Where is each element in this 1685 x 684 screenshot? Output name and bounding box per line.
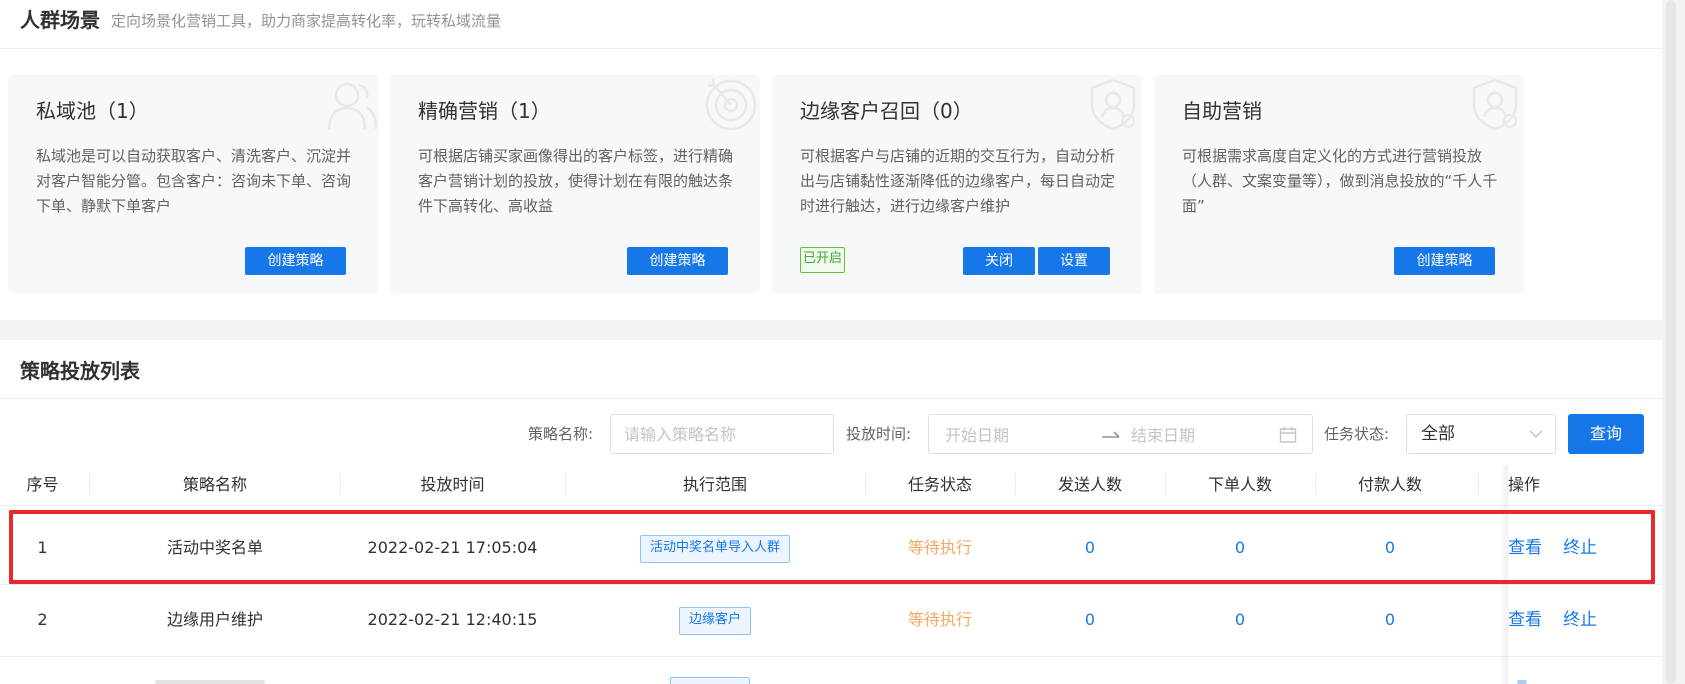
list-divider [0,398,1662,399]
table-cell-name-partial [155,680,265,684]
view-link-partial [1517,680,1527,684]
vertical-scrollbar-thumb[interactable] [1666,0,1676,684]
date-range-picker[interactable] [928,414,1313,454]
task-status-value: 全部 [1421,424,1455,444]
table-cell-paid: 0 [1384,610,1396,629]
close-button[interactable]: 关闭 [963,247,1035,275]
create-strategy-button[interactable]: 创建策略 [627,247,728,275]
table-cell-time: 2022-02-21 12:40:15 [367,610,538,629]
create-strategy-button[interactable]: 创建策略 [245,247,346,275]
card-description: 可根据店铺买家画像得出的客户标签，进行精确客户营销计划的投放，使得计划在有限的触… [418,147,734,215]
table-cell-index: 2 [37,610,48,629]
table-cell-scope: 边缘客户 [565,584,865,656]
status-badge: 已开启 [800,247,846,273]
table-cell-sent: 0 [1084,610,1096,629]
table-cell-name: 边缘用户维护 [166,610,263,629]
row-divider [0,656,1662,657]
target-icon [705,78,757,131]
create-strategy-button[interactable]: 创建策略 [1394,247,1495,275]
arrow-right-icon [1102,431,1120,438]
card-title: 私域池（1） [36,99,149,123]
task-status-label: 任务状态: [1324,425,1390,443]
start-date-input[interactable] [943,421,1097,449]
column-header-index: 序号 [26,475,59,494]
card-title: 精确营销（1） [418,99,551,123]
table-cell-ordered: 0 [1234,610,1246,629]
column-header-name: 策略名称 [182,475,247,494]
column-header-scope: 执行范围 [682,475,747,494]
card-precise-marketing: 精确营销（1） 可根据店铺买家画像得出的客户标签，进行精确客户营销计划的投放，使… [390,75,760,294]
delivery-time-label: 投放时间: [846,425,912,443]
column-divider [1478,473,1479,495]
end-date-input[interactable] [1129,421,1283,449]
header-divider [0,48,1662,49]
highlight-box [9,510,1655,584]
settings-button[interactable]: 设置 [1038,247,1110,275]
scope-tag: 边缘客户 [678,606,751,635]
task-status-select[interactable]: 全部 [1406,414,1556,454]
query-button[interactable]: 查询 [1568,414,1644,454]
card-description: 可根据需求高度自定义化的方式进行营销投放（人群、文案变量等），做到消息投放的“千… [1182,147,1498,215]
view-link[interactable]: 查看 [1508,610,1542,630]
shield-user-icon [1472,78,1518,131]
shield-user-icon [1090,78,1136,131]
column-header-status: 任务状态 [907,475,972,494]
chevron-down-icon [1529,430,1543,439]
page-title: 人群场景 [20,8,100,32]
table-header-divider [0,505,1662,506]
card-self-service-marketing: 自助营销 可根据需求高度自定义化的方式进行营销投放（人群、文案变量等），做到消息… [1154,75,1524,294]
table-cell-actions: 查看 终止 [1508,584,1648,656]
column-header-paid: 付款人数 [1357,475,1422,494]
page-subtitle: 定向场景化营销工具，助力商家提高转化率，玩转私域流量 [111,12,502,30]
card-description: 私域池是可以自动获取客户、清洗客户、沉淀并对客户智能分管。包含客户：咨询未下单、… [36,147,352,215]
strategy-name-label: 策略名称: [528,425,594,443]
list-title: 策略投放列表 [20,359,140,383]
scope-tag-partial [670,677,750,684]
strategy-name-input[interactable] [610,414,834,454]
card-description: 可根据客户与店铺的近期的交互行为，自动分析出与店铺黏性逐渐降低的边缘客户，每日自… [800,147,1116,215]
users-icon [327,82,377,130]
table-cell-status: 等待执行 [907,610,972,629]
calendar-icon [1279,427,1297,443]
column-header-sent: 发送人数 [1057,475,1122,494]
column-header-actions: 操作 [1508,475,1541,494]
card-title: 边缘客户召回（0） [800,99,973,123]
card-edge-customer-recall: 边缘客户召回（0） 可根据客户与店铺的近期的交互行为，自动分析出与店铺黏性逐渐降… [772,75,1142,294]
terminate-link[interactable]: 终止 [1563,610,1597,630]
card-title: 自助营销 [1182,99,1262,123]
column-header-ordered: 下单人数 [1207,475,1272,494]
card-private-pool: 私域池（1） 私域池是可以自动获取客户、清洗客户、沉淀并对客户智能分管。包含客户… [8,75,379,294]
column-header-time: 投放时间 [420,475,485,494]
